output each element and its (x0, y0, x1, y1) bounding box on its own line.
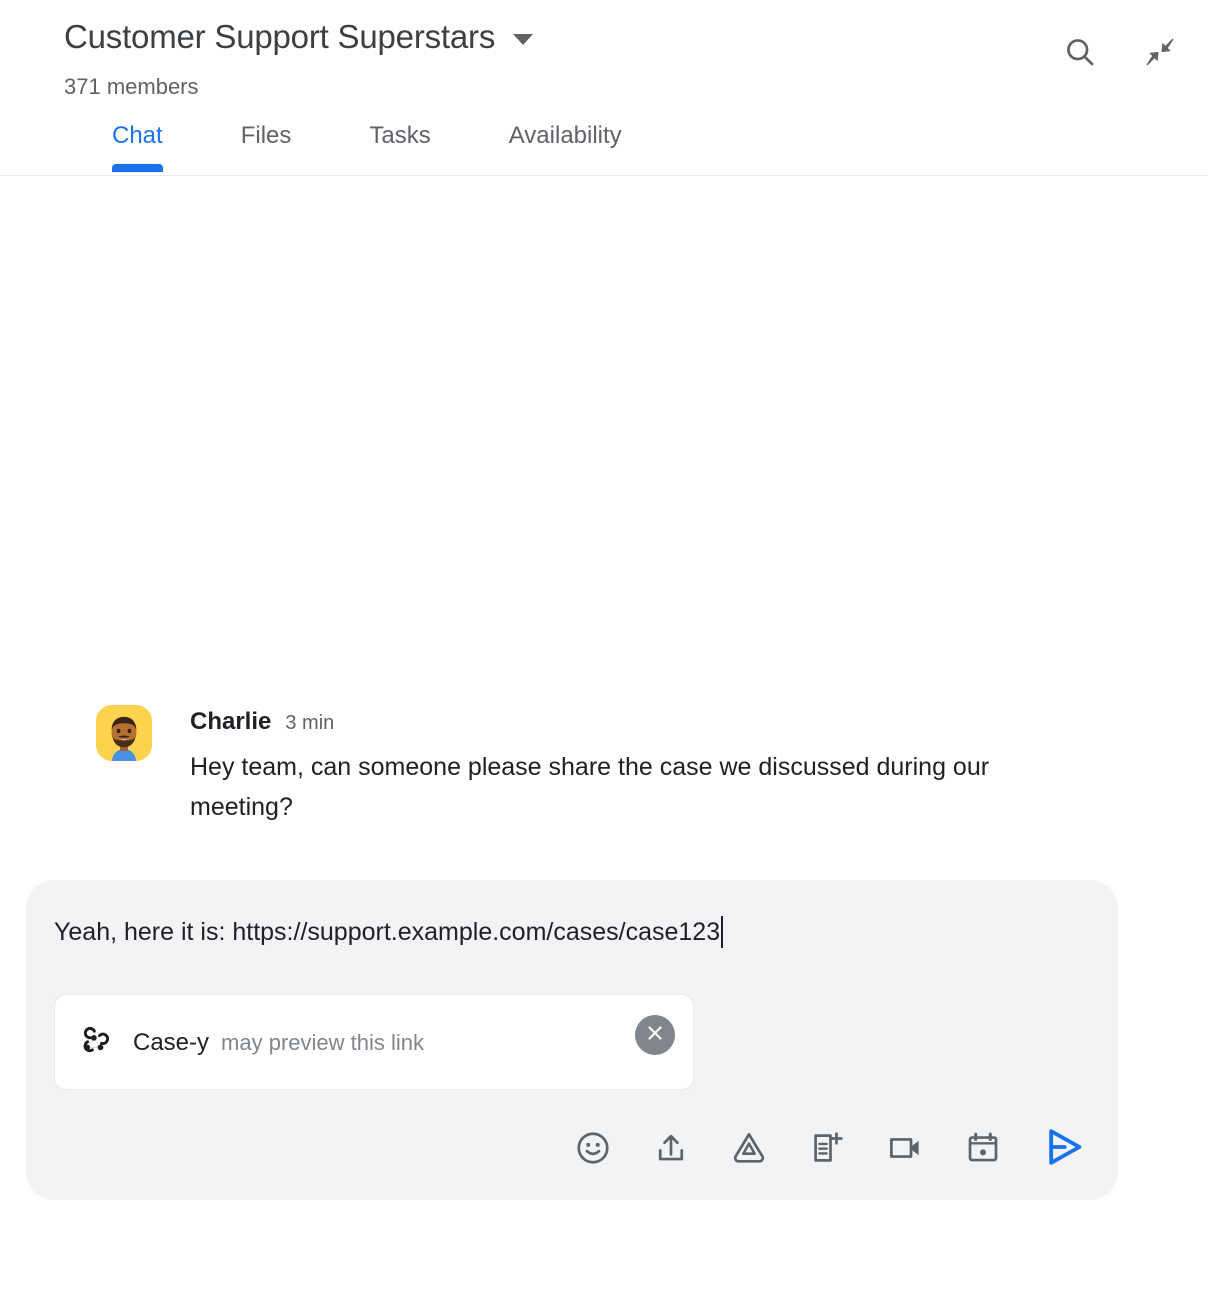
message-item: Charlie 3 min Hey team, can someone plea… (96, 705, 1116, 827)
tab-tasks[interactable]: Tasks (369, 120, 430, 172)
room-header: Customer Support Superstars 371 members (0, 0, 1208, 176)
member-count-label: 371 members (64, 74, 199, 99)
emoji-button[interactable] (554, 1116, 632, 1180)
message-text: Hey team, can someone please share the c… (190, 753, 990, 821)
calendar-button[interactable] (944, 1116, 1022, 1180)
avatar[interactable] (96, 705, 152, 761)
link-preview-app-name: Case-y (133, 1029, 210, 1056)
close-icon (644, 1022, 666, 1049)
link-preview-content: Case-y may preview this link (77, 995, 424, 1091)
message-author: Charlie (190, 708, 272, 735)
chat-room-panel: Customer Support Superstars 371 members (0, 0, 1208, 1290)
room-tabs: Chat Files Tasks Availability (0, 120, 1208, 176)
composer-input[interactable]: Yeah, here it is: https://support.exampl… (54, 908, 1090, 956)
tab-availability[interactable]: Availability (509, 120, 622, 172)
tab-chat-label: Chat (112, 122, 163, 149)
send-icon (1042, 1125, 1086, 1172)
chevron-down-icon[interactable] (513, 33, 534, 45)
send-button[interactable] (1028, 1116, 1100, 1180)
message-composer: Yeah, here it is: https://support.exampl… (26, 880, 1118, 1200)
emoji-icon (574, 1129, 612, 1167)
video-icon (886, 1129, 924, 1167)
webhook-icon (77, 1024, 111, 1063)
tab-chat[interactable]: Chat (112, 120, 163, 172)
search-button[interactable] (1056, 28, 1104, 76)
tabs-divider (0, 175, 1208, 176)
add-document-icon (808, 1129, 846, 1167)
tab-availability-label: Availability (508, 122, 622, 149)
composer-text-value: Yeah, here it is: https://support.exampl… (54, 918, 721, 946)
link-preview-close-button[interactable] (635, 1015, 675, 1055)
tab-files-label: Files (240, 122, 292, 149)
video-meeting-button[interactable] (866, 1116, 944, 1180)
upload-icon (652, 1129, 690, 1167)
bearded-person-avatar-icon (96, 705, 152, 761)
add-document-button[interactable] (788, 1116, 866, 1180)
drive-icon (730, 1129, 768, 1167)
search-icon (1062, 34, 1098, 70)
upload-button[interactable] (632, 1116, 710, 1180)
page-title: Customer Support Superstars (64, 18, 496, 55)
link-preview-chip: Case-y may preview this link (54, 994, 694, 1090)
text-caret (721, 916, 724, 948)
header-actions (1056, 28, 1184, 76)
tab-files[interactable]: Files (241, 120, 292, 172)
tab-active-indicator (112, 164, 163, 172)
message-timestamp: 3 min (285, 712, 335, 734)
drive-button[interactable] (710, 1116, 788, 1180)
calendar-icon (964, 1129, 1002, 1167)
link-preview-hint: may preview this link (221, 1030, 424, 1055)
composer-toolbar (554, 1116, 1100, 1180)
message-list: Charlie 3 min Hey team, can someone plea… (0, 177, 1208, 872)
message-meta: Charlie 3 min (190, 707, 1116, 737)
collapse-button[interactable] (1136, 28, 1184, 76)
room-title-row[interactable]: Customer Support Superstars (64, 16, 534, 58)
tab-tasks-label: Tasks (369, 122, 431, 149)
message-body: Charlie 3 min Hey team, can someone plea… (190, 705, 1116, 827)
collapse-icon (1142, 34, 1178, 70)
